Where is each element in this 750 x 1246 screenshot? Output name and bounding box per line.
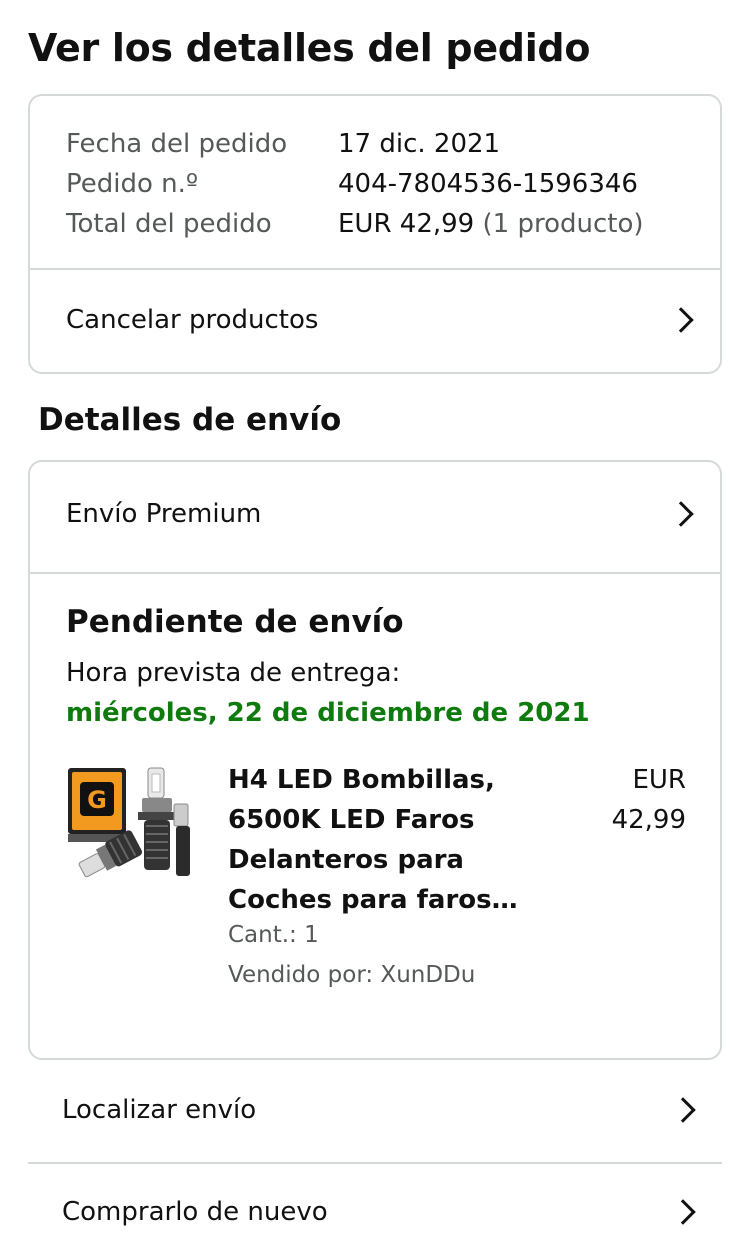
order-total-value: EUR 42,99 (1 producto) [338,209,644,239]
cancel-products-label: Cancelar productos [66,305,319,335]
order-summary-grid: Fecha del pedido 17 dic. 2021 Pedido n.º… [66,124,644,244]
order-total-count: (1 producto) [482,209,644,239]
led-bulbs-image-icon: G [68,767,190,878]
cancel-products-button[interactable]: Cancelar productos [30,270,720,370]
order-number-label: Pedido n.º [66,169,199,199]
order-total-label: Total del pedido [66,209,272,239]
product-title-link[interactable]: H4 LED Bombillas, 6500K LED Faros Delant… [228,760,568,920]
chevron-right-icon [670,1097,696,1123]
premium-shipping-label: Envío Premium [66,499,262,529]
product-image[interactable]: G [66,764,198,892]
delivery-estimate-date: miércoles, 22 de diciembre de 2021 [66,698,590,728]
order-date-row: Fecha del pedido 17 dic. 2021 [66,124,644,164]
shipping-divider [30,572,720,574]
buy-again-button[interactable]: Comprarlo de nuevo [28,1162,722,1246]
track-package-button[interactable]: Localizar envío [28,1060,722,1160]
order-total-row: Total del pedido EUR 42,99 (1 producto) [66,204,644,244]
page-title: Ver los detalles del pedido [28,26,591,70]
delivery-estimate-label: Hora prevista de entrega: [66,658,401,688]
product-price-currency: EUR [632,765,686,795]
buy-again-label: Comprarlo de nuevo [62,1197,328,1227]
shipping-details-heading: Detalles de envío [38,402,342,438]
order-date-label: Fecha del pedido [66,129,288,159]
chevron-right-icon [668,501,694,527]
product-quantity: Cant.: 1 [228,922,319,948]
order-total-amount: EUR 42,99 [338,209,475,239]
order-date-value: 17 dic. 2021 [338,129,501,159]
track-package-label: Localizar envío [62,1095,257,1125]
premium-shipping-button[interactable]: Envío Premium [30,464,720,564]
product-price: EUR 42,99 [576,760,686,840]
order-number-row: Pedido n.º 404-7804536-1596346 [66,164,644,204]
order-summary-card: Fecha del pedido 17 dic. 2021 Pedido n.º… [28,94,722,374]
product-price-amount: 42,99 [611,805,686,835]
chevron-right-icon [668,307,694,333]
order-number-value: 404-7804536-1596346 [338,169,638,199]
shipping-card: Envío Premium Pendiente de envío Hora pr… [28,460,722,1060]
svg-text:G: G [87,786,107,814]
chevron-right-icon [670,1199,696,1225]
shipment-status: Pendiente de envío [66,604,404,640]
product-seller: Vendido por: XunDDu [228,962,476,988]
